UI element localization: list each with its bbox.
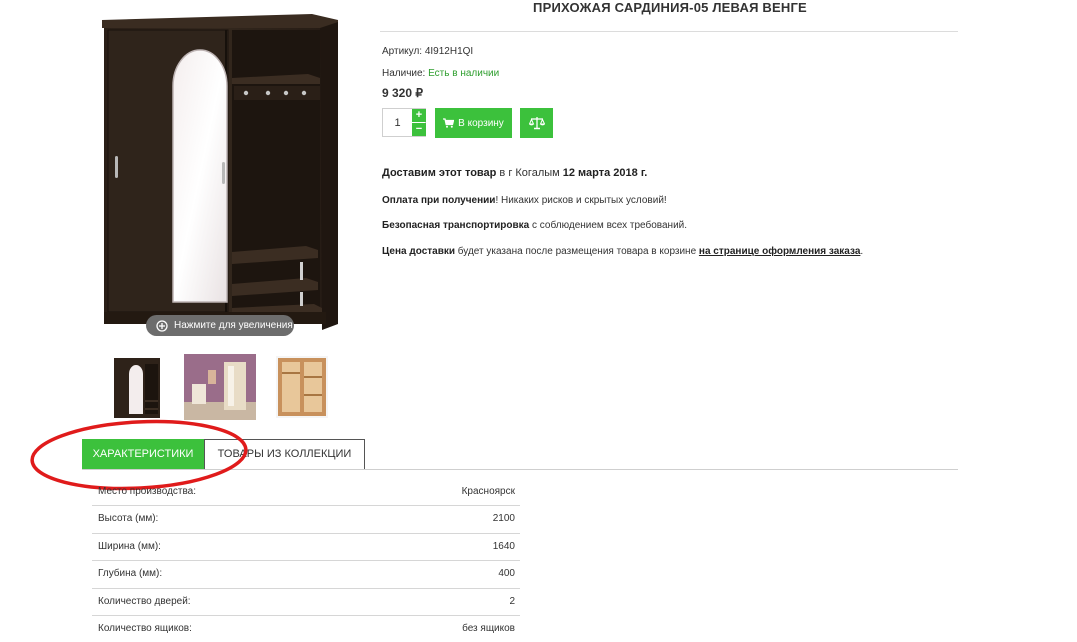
scales-icon [528,117,545,130]
stock-status: Есть в наличии [428,68,500,79]
quantity-decrease-button[interactable]: − [412,123,426,136]
spec-label: Ширина (мм): [98,540,161,552]
delivery-date-lead: Доставим этот товар [382,167,497,179]
delivery-price-line: Цена доставки будет указана после размещ… [382,246,863,257]
stock-label: Наличие: [382,68,426,79]
delivery-date: 12 марта 2018 г. [562,167,648,179]
quantity-input[interactable] [383,109,412,136]
payment-lead: Оплата при получении [382,195,496,206]
zoom-hint-button[interactable]: Нажмите для увеличения [146,315,294,336]
delivery-city: в г Когалым [496,167,563,179]
sku-row: Артикул: 4I912H1QI [382,46,473,57]
table-row: Количество дверей: 2 [92,589,520,616]
table-row: Ширина (мм): 1640 [92,534,520,562]
delivery-price-end: . [860,246,864,257]
tab-characteristics[interactable]: ХАРАКТЕРИСТИКИ [82,439,204,469]
spec-label: Высота (мм): [98,513,159,525]
add-to-cart-button[interactable]: В корзину [435,108,512,138]
delivery-date-line: Доставим этот товар в г Когалым 12 марта… [382,167,647,179]
stock-row: Наличие: Есть в наличии [382,68,499,79]
compare-button[interactable] [520,108,553,138]
spec-value: 400 [498,568,515,580]
spec-value: 2 [509,595,515,607]
product-main-image[interactable] [100,12,340,340]
payment-line: Оплата при получении! Никаких рисков и с… [382,195,667,206]
table-row: Количество ящиков: без ящиков [92,616,520,642]
spec-value: без ящиков [462,622,515,634]
add-to-cart-label: В корзину [458,117,504,129]
tabs-divider [82,469,958,470]
quantity-increase-button[interactable]: + [412,109,426,122]
payment-text: ! Никаких рисков и скрытых условий! [495,195,667,206]
zoom-hint-text: Нажмите для увеличения [174,320,293,331]
tab-collection-products[interactable]: ТОВАРЫ ИЗ КОЛЛЕКЦИИ [204,439,365,469]
shopping-cart-icon [443,118,455,128]
zoom-plus-icon [156,319,168,332]
spec-label: Глубина (мм): [98,568,163,580]
table-row: Глубина (мм): 400 [92,561,520,589]
spec-value: Красноярск [461,486,515,497]
transport-text: с соблюдением всех требований. [529,220,688,231]
sku-value: 4I912H1QI [424,46,474,57]
transport-line: Безопасная транспортировка с соблюдением… [382,220,687,231]
spec-label: Место производства: [98,486,197,497]
thumbnail-open-view[interactable] [274,354,330,420]
table-row: Место производства: Красноярск [92,479,520,507]
product-price: 9 320 ₽ [382,86,423,100]
quantity-stepper: + − [382,108,426,137]
delivery-price-lead: Цена доставки [382,246,456,257]
sku-label: Артикул: [382,46,423,57]
title-divider [380,31,958,32]
thumbnail-front-view[interactable] [112,354,162,420]
delivery-price-text: будет указана после размещения товара в … [455,246,699,257]
transport-lead: Безопасная транспортировка [382,220,530,231]
spec-label: Количество ящиков: [98,622,192,634]
specs-table: Место производства: Красноярск Высота (м… [92,479,520,642]
spec-value: 2100 [492,513,515,525]
product-title: ПРИХОЖАЯ САРДИНИЯ-05 ЛЕВАЯ ВЕНГЕ [533,0,807,15]
spec-value: 1640 [492,540,515,552]
table-row: Высота (мм): 2100 [92,506,520,534]
spec-label: Количество дверей: [98,595,191,607]
thumbnail-interior-view[interactable] [184,354,256,420]
checkout-page-link[interactable]: на странице оформления заказа [699,246,860,257]
